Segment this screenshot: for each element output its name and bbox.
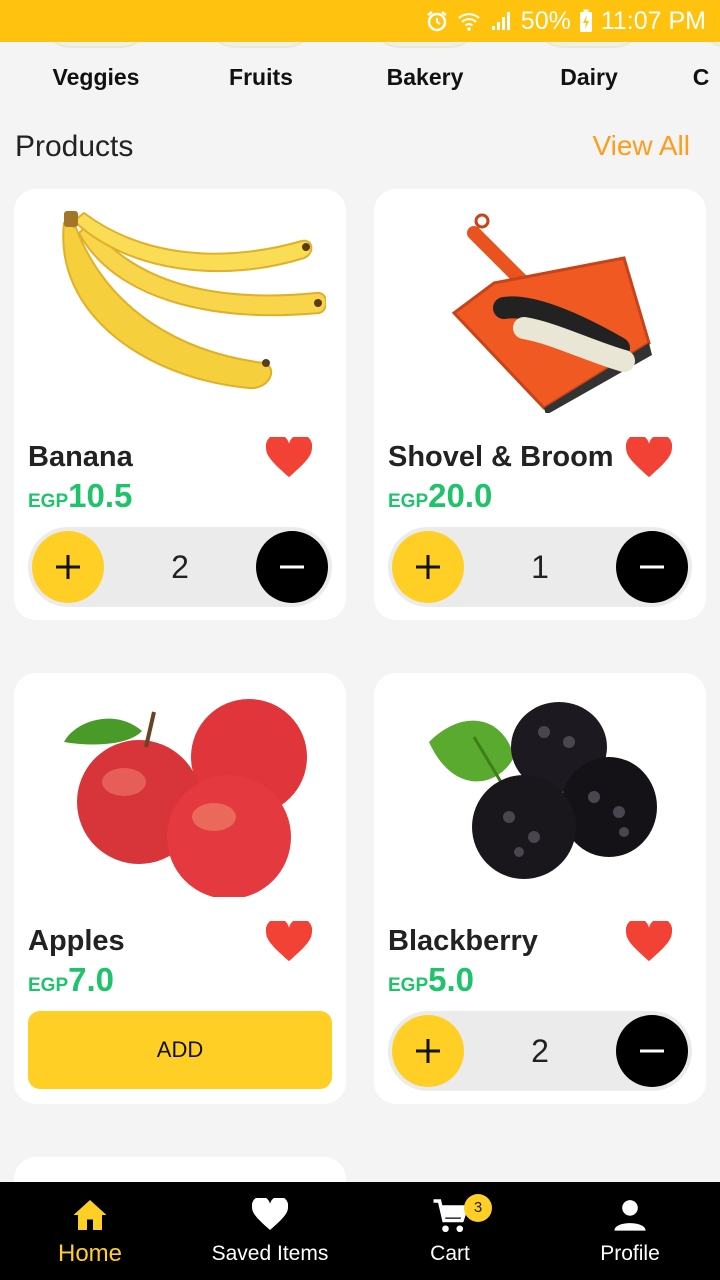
category-list: Veggies Fruits Bakery Dairy C <box>0 42 720 114</box>
quantity-stepper: 2 <box>28 527 332 607</box>
minus-icon <box>640 1049 664 1053</box>
view-all-link[interactable]: View All <box>592 130 690 162</box>
signal-icon <box>491 12 510 30</box>
minus-icon <box>280 565 304 569</box>
battery-charging-icon <box>579 9 592 32</box>
cart-icon <box>433 1199 469 1233</box>
cart-count-badge: 3 <box>464 1194 492 1222</box>
price-currency: EGP <box>28 975 69 996</box>
alarm-icon <box>427 11 447 32</box>
home-icon <box>73 1200 107 1230</box>
category-image-bakery[interactable] <box>370 42 480 48</box>
favorite-heart-icon[interactable] <box>626 437 672 479</box>
category-image-more[interactable] <box>698 42 720 48</box>
clock: 11:07 PM <box>600 6 706 35</box>
product-price: EGP7.0 <box>28 961 114 999</box>
person-icon <box>614 1200 646 1231</box>
nav-label-home: Home <box>57 1240 123 1267</box>
favorite-heart-icon[interactable] <box>266 437 312 479</box>
add-to-cart-button[interactable]: ADD <box>28 1011 332 1089</box>
product-name: Banana <box>28 441 133 473</box>
category-dairy[interactable]: Dairy <box>560 64 618 91</box>
price-amount: 20.0 <box>428 477 493 514</box>
price-currency: EGP <box>28 491 69 512</box>
blackberries-image <box>429 702 657 879</box>
category-bakery[interactable]: Bakery <box>387 64 464 91</box>
nav-label-saved: Saved Items <box>211 1242 329 1265</box>
bottom-navigation: Home Saved Items 3 Cart Profile <box>0 1182 720 1280</box>
nav-home[interactable]: Home <box>0 1182 180 1280</box>
favorite-heart-icon[interactable] <box>266 921 312 963</box>
section-title: Products <box>15 130 134 163</box>
nav-label-profile: Profile <box>600 1242 660 1265</box>
product-price: EGP5.0 <box>388 961 474 999</box>
product-card-banana[interactable]: Banana EGP10.5 2 <box>14 189 346 620</box>
price-amount: 10.5 <box>68 477 133 514</box>
category-fruits[interactable]: Fruits <box>229 64 293 91</box>
quantity-stepper: 1 <box>388 527 692 607</box>
category-image-fruits[interactable] <box>206 42 316 48</box>
product-name: Apples <box>28 925 125 957</box>
decrease-button[interactable] <box>256 531 328 603</box>
nav-label-cart: Cart <box>430 1242 470 1265</box>
product-name: Blackberry <box>388 925 538 957</box>
product-card-blackberry[interactable]: Blackberry EGP5.0 2 <box>374 673 706 1104</box>
price-currency: EGP <box>388 491 429 512</box>
product-card-apples[interactable]: Apples EGP7.0 ADD <box>14 673 346 1104</box>
product-price: EGP10.5 <box>28 477 132 515</box>
price-amount: 5.0 <box>428 961 474 998</box>
price-amount: 7.0 <box>68 961 114 998</box>
category-image-dairy[interactable] <box>534 42 644 48</box>
dustpan-image <box>451 213 652 413</box>
nav-cart[interactable]: 3 Cart <box>360 1182 540 1280</box>
heart-icon <box>252 1198 288 1230</box>
decrease-button[interactable] <box>616 1015 688 1087</box>
banana-image <box>62 211 326 390</box>
wifi-icon <box>458 13 480 31</box>
favorite-heart-icon[interactable] <box>626 921 672 963</box>
minus-icon <box>640 565 664 569</box>
status-bar: 50% 11:07 PM <box>0 0 720 42</box>
decrease-button[interactable] <box>616 531 688 603</box>
category-partial[interactable]: C <box>693 64 710 91</box>
nav-saved-items[interactable]: Saved Items <box>180 1182 360 1280</box>
quantity-stepper: 2 <box>388 1011 692 1091</box>
category-veggies[interactable]: Veggies <box>53 64 140 91</box>
product-name: Shovel & Broom <box>388 441 614 473</box>
apples-image <box>64 699 307 897</box>
battery-percent: 50% <box>520 6 571 35</box>
product-card-shovel-broom[interactable]: Shovel & Broom EGP20.0 1 <box>374 189 706 620</box>
category-image-veggies[interactable] <box>41 42 151 48</box>
price-currency: EGP <box>388 975 429 996</box>
nav-profile[interactable]: Profile <box>540 1182 720 1280</box>
product-price: EGP20.0 <box>388 477 492 515</box>
